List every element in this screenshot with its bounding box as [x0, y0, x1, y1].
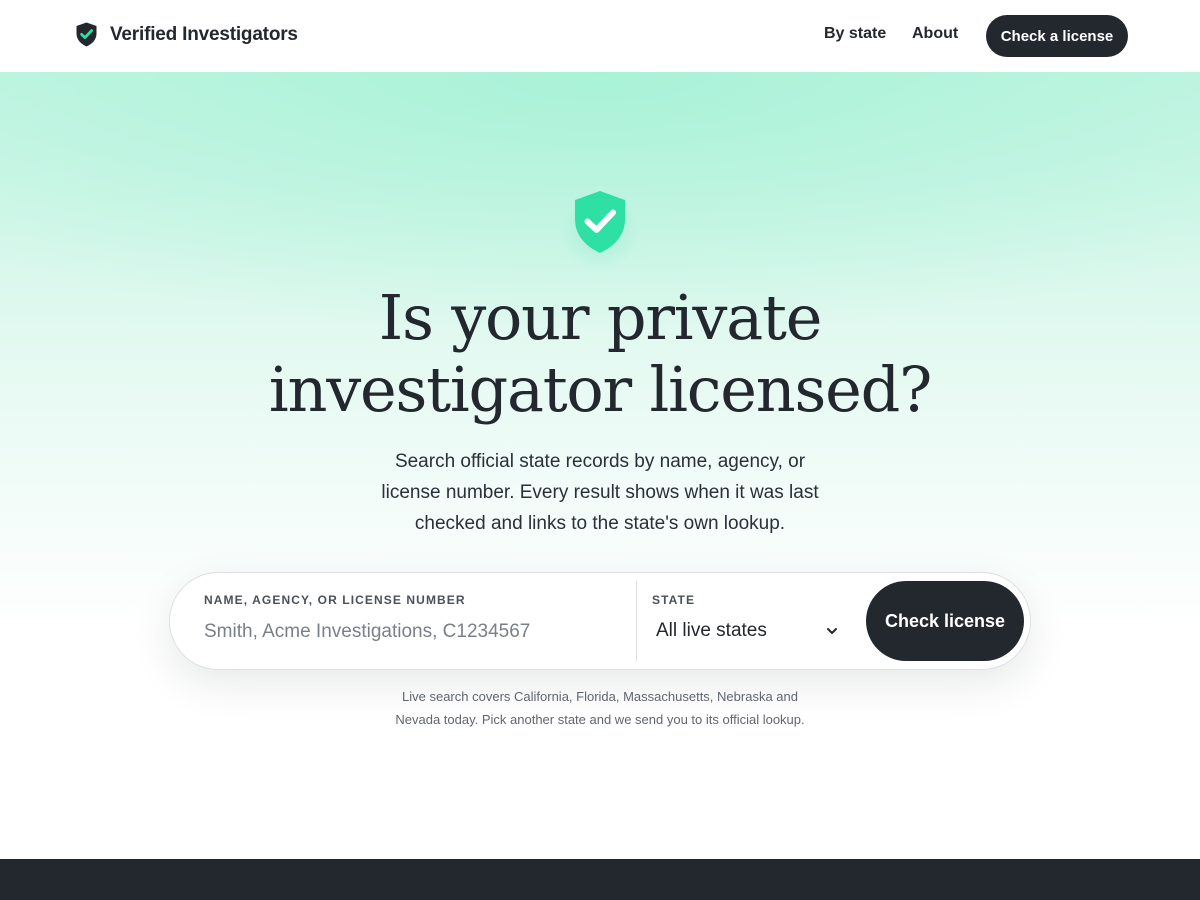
field-divider — [636, 581, 637, 661]
state-field-label: STATE — [652, 593, 696, 607]
footer — [0, 859, 1200, 900]
hero-subtitle: Search official state records by name, a… — [381, 451, 819, 534]
search-input[interactable] — [204, 617, 624, 647]
check-license-button[interactable]: Check license — [866, 581, 1024, 661]
coverage-note: Live search covers California, Florida, … — [395, 689, 805, 727]
state-select[interactable]: All live states — [652, 615, 842, 647]
brand-logo-link[interactable]: Verified Investigators — [76, 22, 298, 47]
top-nav: Verified Investigators By state About Ch… — [0, 0, 1200, 72]
brand-name: Verified Investigators — [110, 23, 298, 45]
shield-check-icon — [76, 22, 97, 47]
chevron-down-icon — [827, 628, 837, 634]
nav-link-about[interactable]: About — [912, 25, 958, 43]
page-title: Is your private investigator licensed? — [268, 281, 933, 426]
hero-badge — [555, 172, 645, 272]
shield-check-icon — [575, 191, 625, 253]
nav-link-by-state[interactable]: By state — [824, 25, 886, 43]
state-select-value: All live states — [656, 620, 767, 641]
hero-section: Is your private investigator licensed? S… — [0, 72, 1200, 859]
check-a-license-button[interactable]: Check a license — [986, 15, 1128, 57]
license-search-form: NAME, AGENCY, OR LICENSE NUMBER STATE Al… — [169, 572, 1031, 670]
query-field-label: NAME, AGENCY, OR LICENSE NUMBER — [204, 593, 466, 607]
